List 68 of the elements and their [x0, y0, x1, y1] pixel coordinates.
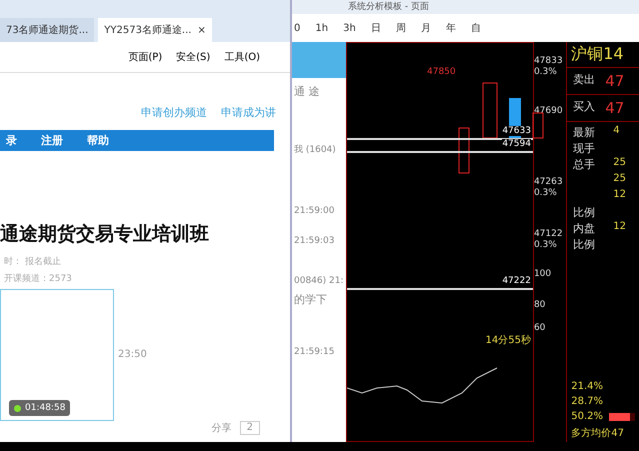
axis-label: 47690 [534, 106, 564, 117]
quote-value: 47 [605, 72, 624, 90]
quote-label: 比例 [573, 205, 596, 221]
quote-label: 卖出 [573, 72, 596, 88]
axis-label: 100 [534, 269, 552, 280]
price-label: 47222 [502, 276, 531, 286]
chat-text: 21:59:15 [293, 346, 336, 357]
price-label: 47594 [502, 139, 531, 149]
axis-label: 47263 [534, 177, 564, 188]
high-price-label: 47850 [427, 67, 456, 77]
chat-text: 21:59:00 [293, 205, 336, 216]
period-button[interactable]: 3h [343, 22, 356, 34]
axis-label: 60 [534, 323, 546, 334]
menu-button[interactable]: 工具(O) [224, 50, 260, 64]
axis-label: 0.3% [534, 240, 558, 251]
period-button[interactable]: 年 [446, 21, 456, 35]
status-dot [14, 404, 21, 412]
share-label: 分享 [212, 422, 232, 435]
quote-label: 内盘 [573, 221, 596, 237]
quote-value: 12 [613, 221, 626, 234]
quote-value: 12 [613, 189, 626, 202]
quote-value: 25 [613, 157, 626, 170]
price-label: 47633 [502, 126, 531, 136]
close-icon[interactable]: × [197, 24, 206, 36]
quote-label: 最新 [573, 125, 596, 141]
chat-header [292, 42, 346, 78]
axis-label: 80 [534, 300, 546, 311]
quote-value: 25 [613, 173, 626, 186]
quote-label: 现手 [573, 141, 596, 157]
axis-label: 47122 [534, 229, 564, 240]
course-info: 开课频道：2573 [3, 272, 73, 286]
course-title: 通途期货交易专业培训班 [0, 222, 210, 247]
menu-button[interactable]: 页面(P) [128, 50, 162, 64]
timer-text: 01:48:58 [25, 403, 66, 413]
quote-value: 4 [613, 125, 620, 138]
period-button[interactable]: 周 [396, 21, 406, 35]
browser-tab[interactable]: YY2573名师通途... × [98, 18, 212, 42]
quote-label: 比例 [573, 237, 596, 253]
period-button[interactable]: 日 [370, 21, 381, 35]
chat-text: 00846) 21: [293, 275, 344, 286]
quote-label: 买入 [573, 99, 596, 115]
symbol-title: 沪铜14 [567, 42, 639, 68]
period-button[interactable]: 自 [470, 21, 481, 35]
chat-title: 通 途 [293, 84, 320, 99]
axis-label: 47833 [534, 56, 564, 67]
ratio-text: 28.7% [571, 396, 603, 407]
chat-text: 我 (1604) [293, 144, 337, 156]
window-title: 系统分析模板 - 页面 [292, 0, 639, 14]
quote-value: 47 [605, 99, 624, 117]
period-button[interactable]: 1h [315, 22, 328, 34]
chat-text: 的学下 [293, 292, 328, 307]
ratio-text: 21.4% [571, 381, 603, 392]
axis-label: 0.3% [534, 188, 558, 199]
menu-button[interactable]: 安全(S) [176, 50, 210, 64]
countdown-text: 14分55秒 [486, 334, 531, 347]
period-button[interactable]: 月 [420, 21, 431, 35]
nav-link[interactable]: 帮助 [87, 133, 109, 148]
period-button[interactable]: 0 [294, 22, 300, 34]
nav-link[interactable]: 注册 [41, 133, 63, 148]
axis-label: 0.3% [534, 67, 558, 78]
ratio-text: 50.2% [571, 411, 603, 422]
average-price: 多方均价47 [571, 426, 624, 440]
time-text: 23:50 [118, 348, 147, 360]
nav-link[interactable]: 录 [6, 133, 17, 148]
chat-text: 21:59:03 [293, 235, 336, 246]
browser-tab[interactable]: 73名师通途期货... [0, 18, 94, 42]
quote-label: 总手 [573, 157, 596, 173]
course-info: 时： 报名截止 [3, 256, 62, 269]
